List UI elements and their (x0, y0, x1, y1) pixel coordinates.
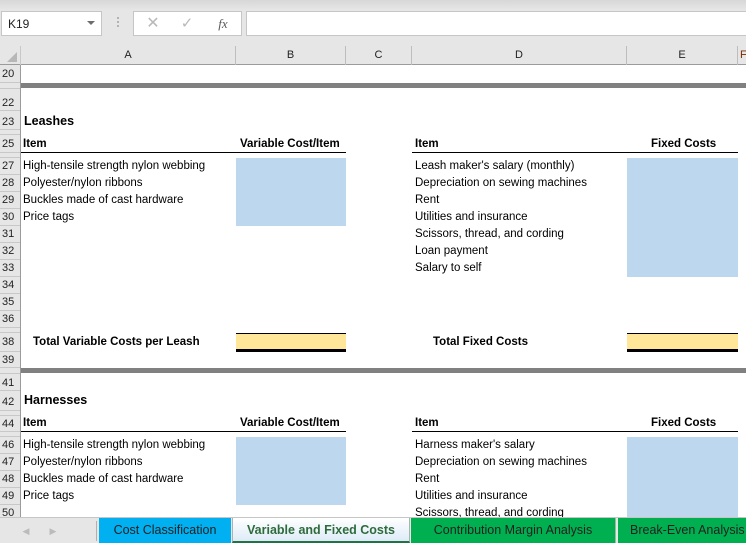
harnesses-variable-cost-header: Variable Cost/Item (240, 417, 340, 429)
row-header-30[interactable]: 30 (0, 209, 20, 226)
harnesses-fixed-cost-inputs[interactable] (627, 437, 738, 517)
leashes-variable-item: Polyester/nylon ribbons (23, 177, 143, 189)
section-title-harnesses: Harnesses (24, 393, 88, 407)
column-header-f[interactable]: F (738, 46, 746, 65)
leashes-fixed-item: Utilities and insurance (415, 211, 528, 223)
header-underline (412, 152, 738, 153)
harnesses-fixed-item-header: Item (415, 417, 439, 429)
leashes-variable-item: High-tensile strength nylon webbing (23, 160, 206, 172)
column-headers: A B C D E F (0, 46, 746, 65)
ribbon-edge (0, 0, 746, 10)
header-underline (412, 431, 738, 432)
leashes-fixed-cost-header: Fixed Costs (651, 138, 717, 150)
chevron-down-icon[interactable] (87, 21, 95, 25)
leashes-fixed-item: Leash maker's salary (monthly) (415, 160, 575, 172)
leashes-fixed-item: Depreciation on sewing machines (415, 177, 587, 189)
formula-bar: K19 ✕ ✓ fx (0, 0, 746, 46)
row-header-27[interactable]: 27 (0, 158, 20, 175)
select-all-button[interactable] (0, 46, 21, 65)
section-separator (21, 368, 746, 373)
row-header-50[interactable]: 50 (0, 505, 20, 517)
worksheet-grid[interactable]: Leashes Item Variable Cost/Item Item Fix… (21, 65, 746, 517)
row-header-38[interactable]: 38 (0, 333, 20, 352)
row-header-36[interactable]: 36 (0, 311, 20, 328)
leashes-variable-cost-inputs[interactable] (236, 158, 346, 226)
header-underline (21, 431, 346, 432)
column-header-d[interactable]: D (412, 46, 627, 65)
harnesses-fixed-item: Depreciation on sewing machines (415, 456, 587, 468)
row-header-48[interactable]: 48 (0, 471, 20, 488)
harnesses-variable-item: High-tensile strength nylon webbing (23, 439, 206, 451)
scroll-tabs-left-icon[interactable]: ◀ (20, 524, 32, 538)
leashes-fixed-item: Scissors, thread, and cording (415, 228, 564, 240)
leashes-fixed-item: Loan payment (415, 245, 488, 257)
harnesses-variable-cost-inputs[interactable] (236, 437, 346, 505)
leashes-total-variable-label: Total Variable Costs per Leash (33, 336, 200, 348)
column-header-b[interactable]: B (236, 46, 346, 65)
row-header-49[interactable]: 49 (0, 488, 20, 505)
formula-buttons: ✕ ✓ fx (133, 11, 242, 36)
row-header-20[interactable]: 20 (0, 65, 20, 83)
leashes-fixed-item: Rent (415, 194, 440, 206)
leashes-total-fixed-cell[interactable] (627, 333, 738, 352)
row-header-44[interactable]: 44 (0, 416, 20, 432)
leashes-fixed-item: Salary to self (415, 262, 482, 274)
grip-dots-icon[interactable] (117, 15, 120, 31)
leashes-total-fixed-label: Total Fixed Costs (433, 336, 528, 348)
row-header-35[interactable]: 35 (0, 294, 20, 311)
row-header-42[interactable]: 42 (0, 391, 20, 411)
row-header-41[interactable]: 41 (0, 374, 20, 391)
name-box-value: K19 (8, 17, 30, 31)
column-header-e[interactable]: E (627, 46, 738, 65)
scroll-tabs-right-icon[interactable]: ▶ (47, 524, 59, 538)
row-header-46[interactable]: 46 (0, 437, 20, 454)
row-headers: 20 22 23 25 27 28 29 30 31 32 33 34 35 3… (0, 65, 21, 517)
name-box[interactable]: K19 (1, 11, 102, 36)
insert-function-icon[interactable]: fx (212, 15, 234, 33)
row-header-22[interactable]: 22 (0, 89, 20, 111)
row-header-34[interactable]: 34 (0, 277, 20, 294)
leashes-variable-item: Price tags (23, 211, 75, 223)
leashes-fixed-item-header: Item (415, 138, 439, 150)
harnesses-fixed-item: Harness maker's salary (415, 439, 535, 451)
row-header-28[interactable]: 28 (0, 175, 20, 192)
leashes-fixed-cost-inputs[interactable] (627, 158, 738, 277)
row-header-25[interactable]: 25 (0, 135, 20, 153)
section-title-leashes: Leashes (24, 114, 75, 128)
tab-break-even-analysis[interactable]: Break-Even Analysis (618, 518, 746, 543)
column-header-a[interactable]: A (21, 46, 236, 65)
sheet-tab-bar: ◀ ▶ Cost Classification Variable and Fix… (0, 517, 746, 543)
formula-input[interactable] (246, 11, 746, 36)
leashes-variable-item: Buckles made of cast hardware (23, 194, 184, 206)
cancel-icon[interactable]: ✕ (142, 15, 164, 33)
row-header-31[interactable]: 31 (0, 226, 20, 243)
harnesses-fixed-item: Utilities and insurance (415, 490, 528, 502)
select-all-icon (7, 52, 17, 62)
row-header-23[interactable]: 23 (0, 111, 20, 130)
row-header-32[interactable]: 32 (0, 243, 20, 260)
column-header-c[interactable]: C (346, 46, 412, 65)
tab-cost-classification[interactable]: Cost Classification (99, 518, 231, 543)
harnesses-variable-item: Buckles made of cast hardware (23, 473, 184, 485)
harnesses-variable-item-header: Item (23, 417, 47, 429)
harnesses-variable-item: Polyester/nylon ribbons (23, 456, 143, 468)
section-separator (21, 83, 746, 88)
row-header-47[interactable]: 47 (0, 454, 20, 471)
row-header-29[interactable]: 29 (0, 192, 20, 209)
row-header-39[interactable]: 39 (0, 352, 20, 368)
harnesses-fixed-item: Scissors, thread, and cording (415, 507, 564, 517)
leashes-variable-item-header: Item (23, 138, 47, 150)
header-underline (21, 152, 346, 153)
enter-icon[interactable]: ✓ (176, 15, 198, 33)
harnesses-variable-item: Price tags (23, 490, 75, 502)
tab-contribution-margin-analysis[interactable]: Contribution Margin Analysis (411, 518, 616, 543)
tab-variable-and-fixed-costs[interactable]: Variable and Fixed Costs (232, 518, 410, 543)
harnesses-fixed-item: Rent (415, 473, 440, 485)
row-header-33[interactable]: 33 (0, 260, 20, 277)
leashes-total-variable-cell[interactable] (236, 333, 346, 352)
tab-divider (96, 521, 97, 541)
leashes-variable-cost-header: Variable Cost/Item (240, 138, 340, 150)
harnesses-fixed-cost-header: Fixed Costs (651, 417, 717, 429)
